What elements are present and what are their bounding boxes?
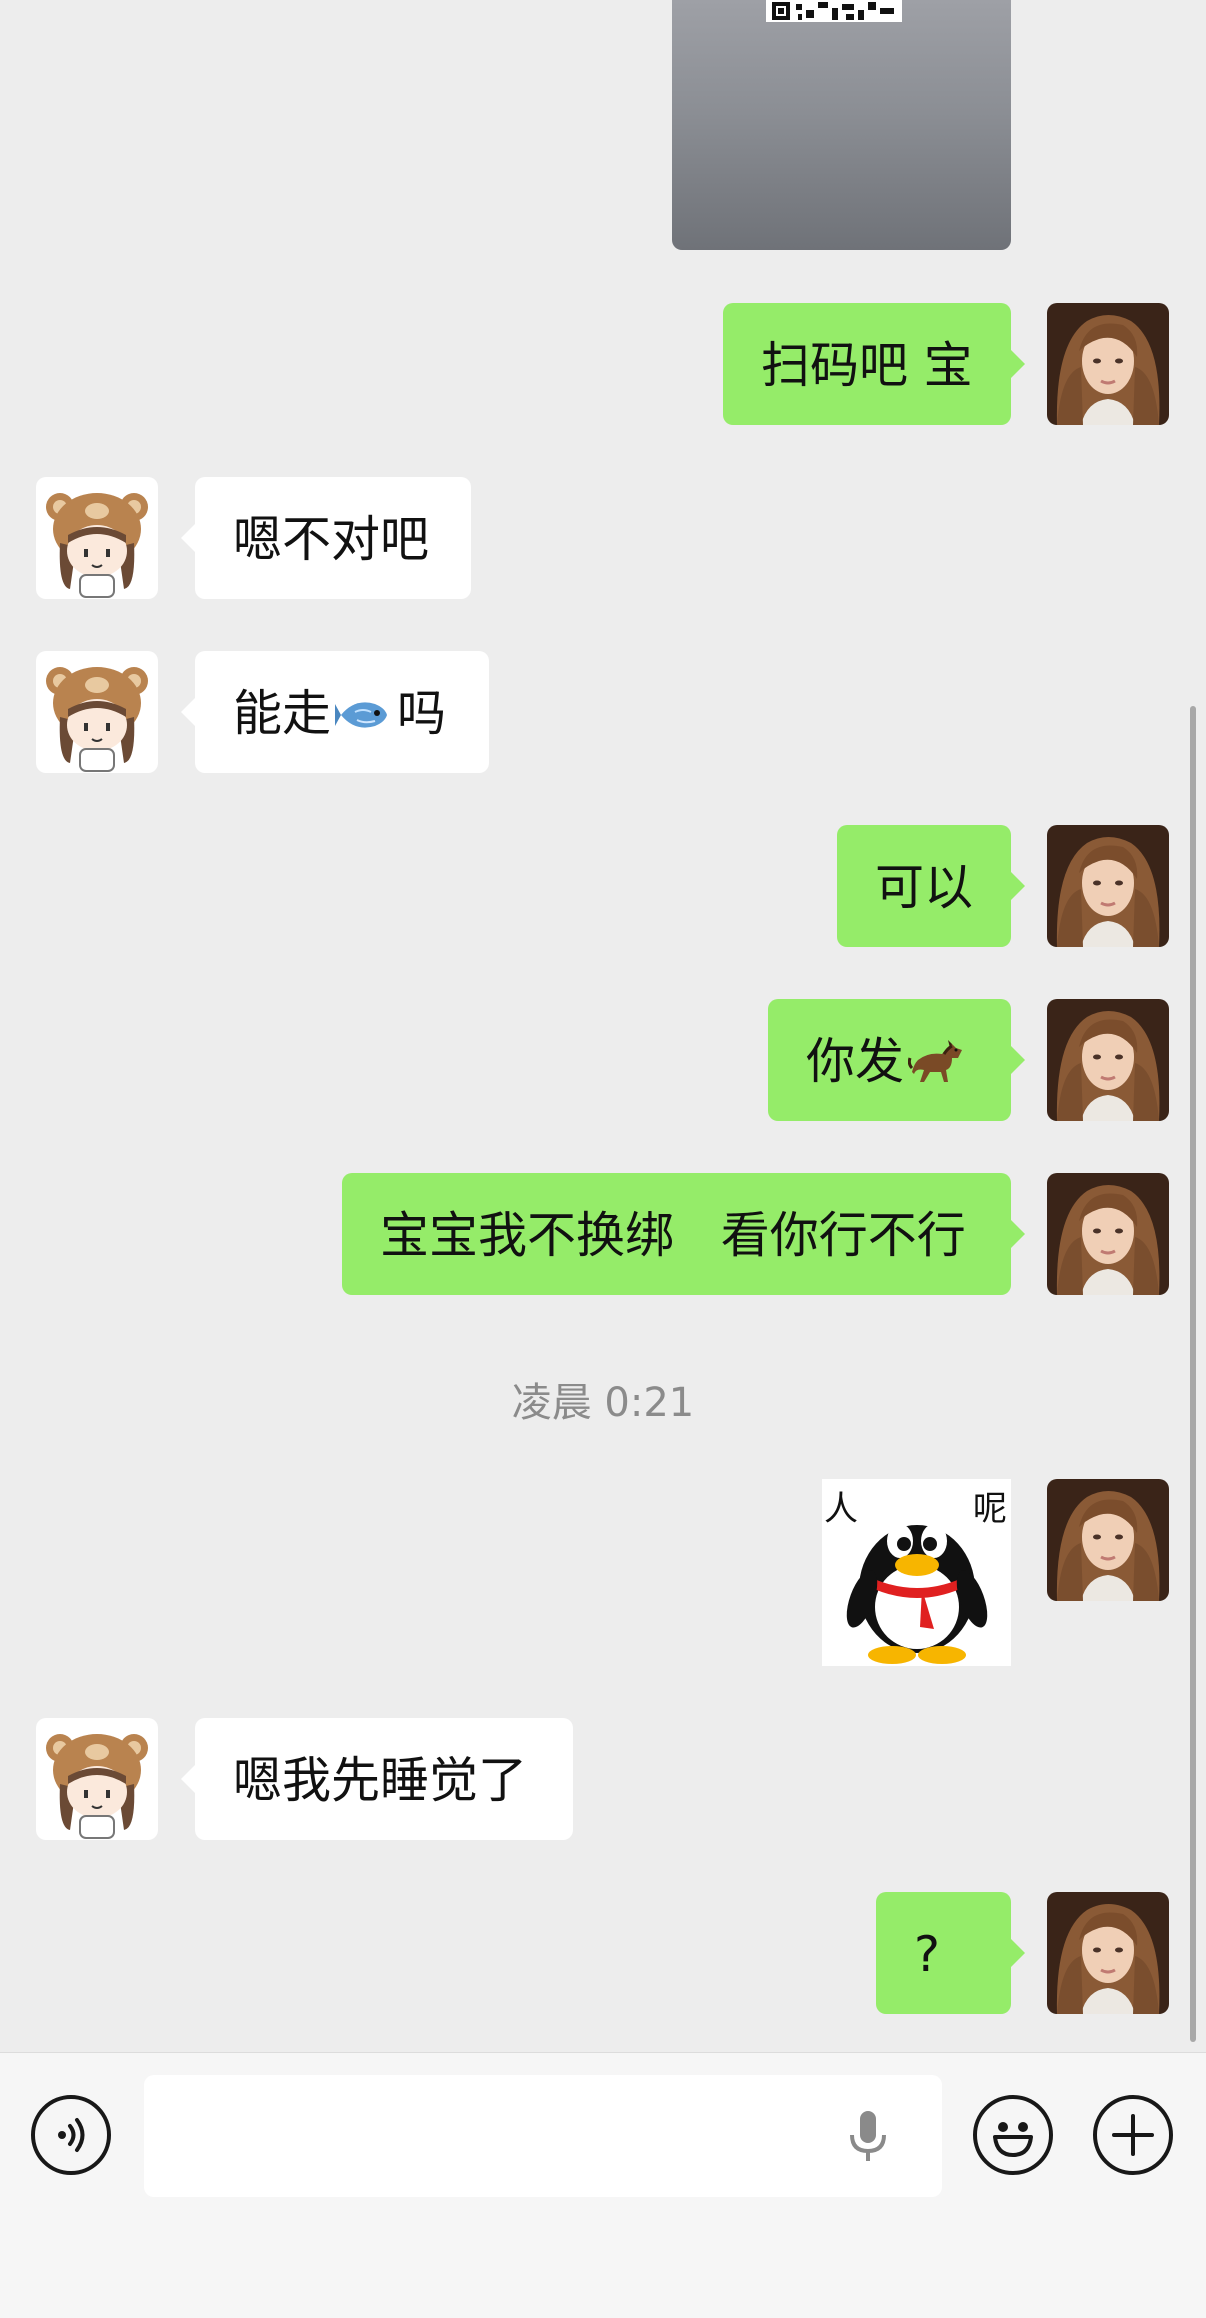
bear-hat-girl-avatar: [36, 1718, 158, 1840]
bear-hat-girl-avatar: [36, 651, 158, 773]
message-input[interactable]: [144, 2075, 942, 2197]
qq-penguin-sticker: [846, 1524, 988, 1664]
contact-avatar[interactable]: [36, 1718, 158, 1840]
girl-portrait-avatar: [1047, 1892, 1169, 2014]
message-text: 可以: [875, 859, 974, 917]
bear-hat-girl-avatar: [36, 477, 158, 599]
my-avatar[interactable]: [1047, 999, 1169, 1121]
scrollbar[interactable]: [1190, 706, 1196, 2042]
message-bubble-received[interactable]: 能走 吗: [181, 651, 489, 773]
message-bubble-sent[interactable]: 可以: [837, 825, 1025, 947]
message-bubble-sent[interactable]: 宝宝我不换绑 看你行不行: [342, 1173, 1025, 1295]
emoji-icon: [993, 2122, 1033, 2157]
my-avatar[interactable]: [1047, 303, 1169, 425]
message-bubble-received[interactable]: 嗯我先睡觉了: [181, 1718, 573, 1840]
message-text-before: 你发: [806, 1033, 905, 1091]
message-text: 嗯我先睡觉了: [233, 1752, 528, 1810]
message-text: 嗯不对吧: [233, 511, 430, 569]
message-text: 扫码吧 宝: [761, 337, 973, 395]
message-text: ?: [914, 1926, 941, 1984]
message-text: 宝宝我不换绑 看你行不行: [380, 1207, 966, 1265]
contact-avatar[interactable]: [36, 477, 158, 599]
contact-avatar[interactable]: [36, 651, 158, 773]
girl-portrait-avatar: [1047, 303, 1169, 425]
message-bubble-received[interactable]: 嗯不对吧: [181, 477, 471, 599]
girl-portrait-avatar: [1047, 825, 1169, 947]
voice-icon: [58, 2118, 85, 2152]
my-avatar[interactable]: [1047, 1479, 1169, 1601]
my-avatar[interactable]: [1047, 1173, 1169, 1295]
message-bubble-sent[interactable]: ?: [876, 1892, 1025, 2014]
girl-portrait-avatar: [1047, 1479, 1169, 1601]
girl-portrait-avatar: [1047, 1173, 1169, 1295]
my-avatar[interactable]: [1047, 1892, 1169, 2014]
qr-code-thumbnail: [766, 0, 902, 22]
timestamp: 凌晨 0:21: [511, 1380, 695, 1426]
microphone-icon[interactable]: [844, 2107, 892, 2167]
input-toolbar: [0, 2052, 1206, 2318]
message-text-before: 能走: [233, 685, 332, 743]
message-bubble-sent[interactable]: 扫码吧 宝: [723, 303, 1025, 425]
horse-emoji: [908, 1039, 963, 1082]
my-avatar[interactable]: [1047, 825, 1169, 947]
sticker-message[interactable]: 人 呢: [822, 1479, 1011, 1666]
message-bubble-sent[interactable]: 你发: [768, 999, 1025, 1121]
voice-toggle-button[interactable]: [31, 2095, 111, 2175]
chat-screen: 扫码吧 宝 嗯不对吧 能走 吗 可以 你发 宝宝我不换绑 看你行不行 凌晨 0:…: [0, 0, 1206, 2318]
emoji-button[interactable]: [973, 2095, 1053, 2175]
fish-emoji: [335, 701, 388, 728]
girl-portrait-avatar: [1047, 999, 1169, 1121]
image-message[interactable]: [672, 0, 1011, 250]
plus-icon: [1112, 2114, 1154, 2156]
more-button[interactable]: [1093, 2095, 1173, 2175]
message-text-after: 吗: [397, 685, 447, 743]
